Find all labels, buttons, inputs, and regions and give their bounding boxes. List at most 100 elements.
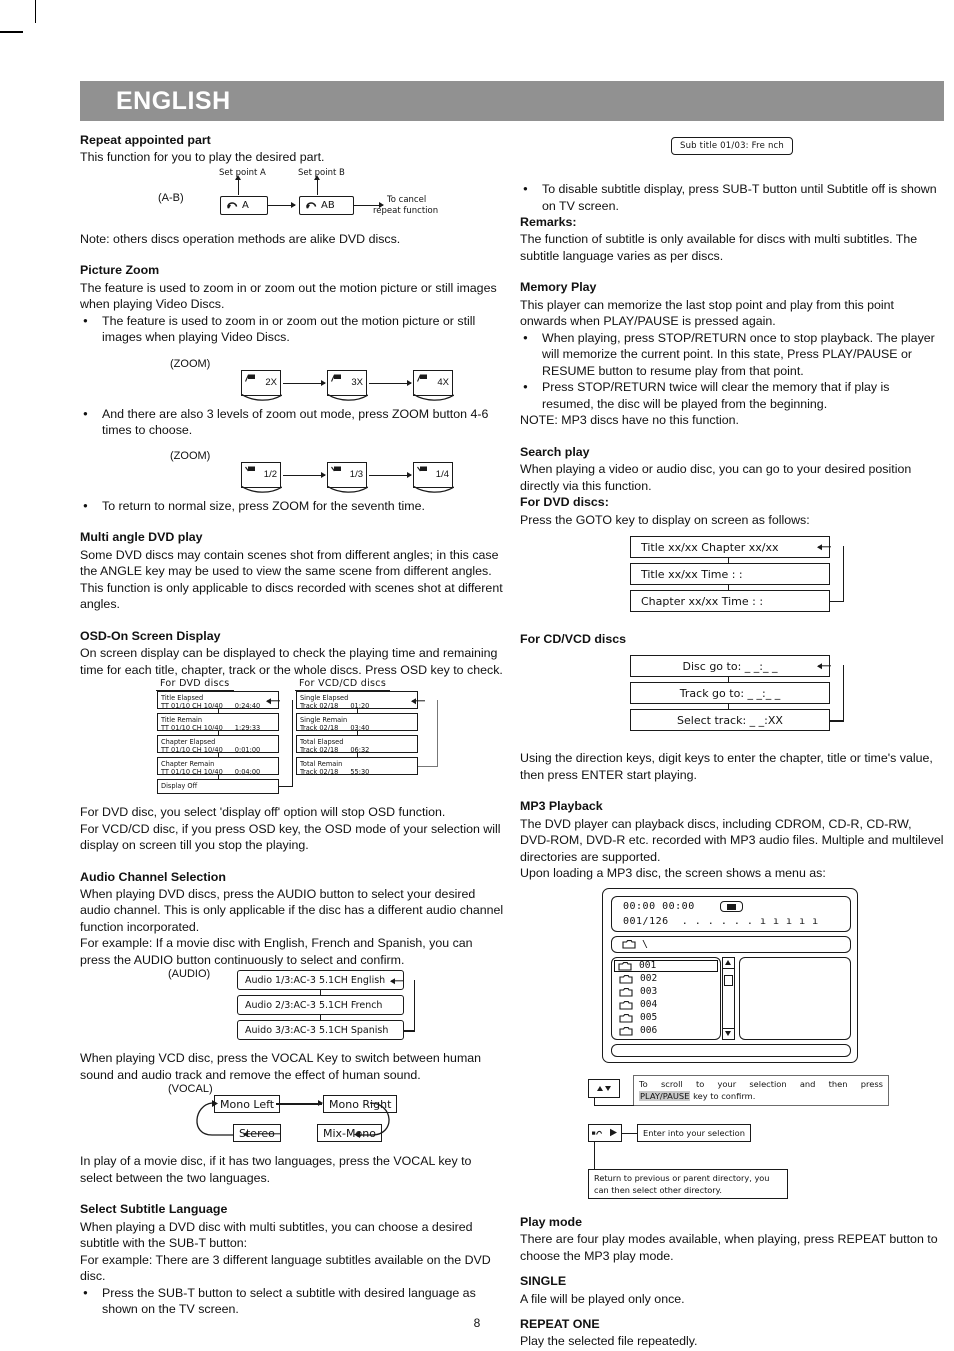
zoom-step-box: 1/4 (412, 461, 455, 493)
osd-row-title: Title Elapsed (161, 693, 204, 702)
text-osd-after-1: For DVD disc, you select 'display off' o… (80, 805, 446, 819)
heading-picture-zoom: Picture Zoom (80, 263, 160, 278)
zoom-step-box: 1/3 (326, 461, 369, 493)
osd-connector (218, 731, 219, 735)
heading-audio-channel: Audio Channel Selection (80, 869, 226, 884)
heading-for-cd-vcd-discs: For CD/VCD discs (520, 632, 627, 646)
osd-connector (218, 775, 219, 779)
osd-row-time: 0:04:00 (234, 768, 261, 777)
audio-option-label: Audio 2/3:AC-3 5.1CH French (245, 999, 383, 1011)
bullet-memory-2: Press STOP/RETURN twice will clear the m… (520, 379, 944, 412)
bullet-subtitle-1: Press the SUB-T button to select a subti… (80, 1285, 504, 1318)
heading-memory-play: Memory Play (520, 280, 597, 295)
mp3-list-item[interactable]: 004 (616, 999, 660, 1011)
text-osd-after-2: For VCD/CD disc, if you press OSD key, t… (80, 821, 501, 853)
mp3-key-legend: To scroll to your selection and then pre… (520, 1073, 944, 1205)
goto-dvd-loop-line (843, 546, 845, 602)
mp3-folder-list: 001 002 003 004 005 006 (611, 956, 721, 1040)
heading-mp3-playback: MP3 Playback (520, 799, 603, 814)
osd-dvd-row: Chapter Elapsed TT 01/10 CH 10/40 0:01:00 (157, 735, 279, 754)
zoom-step-label: 2X (265, 377, 277, 389)
diagram-osd: For DVD discs For VCD/CD discs Title Ela… (80, 678, 504, 796)
osd-dvd-row: Chapter Remain TT 01/10 CH 10/40 0:04:00 (157, 757, 279, 777)
zoom-step-box: 2X (240, 369, 283, 401)
mp3-folder-label: 004 (640, 999, 658, 1011)
bullet-zoom-1: The feature is used to zoom in or zoom o… (80, 313, 504, 346)
goto-dvd-row: Title xx/xx Time : : (630, 563, 830, 585)
diagram-ab-repeat: (A-B) Set point A Set point B A AB To ca… (80, 168, 504, 226)
folder-icon (619, 974, 633, 984)
mp3-status-bar (611, 1043, 851, 1057)
folder-icon (619, 987, 633, 997)
osd-row-detail: TT 01/10 CH 10/40 (161, 724, 223, 733)
language-title: ENGLISH (116, 86, 231, 115)
mp3-list-item[interactable]: 006 (616, 1025, 660, 1037)
legend-caption-return: Return to previous or parent directory, … (588, 1168, 788, 1200)
label-repeat-ab: AB (321, 199, 335, 211)
list-memory-play: When playing, press STOP/RETURN once to … (520, 330, 944, 413)
heading-single: SINGLE (520, 1274, 567, 1289)
goto-cd-row: Track go to: _ _:_ _ (630, 682, 830, 705)
osd-row-title: Total Elapsed (300, 737, 344, 746)
osd-loop-line (292, 700, 293, 787)
legend-connector (594, 1104, 634, 1107)
heading-search-play: Search play (520, 444, 590, 459)
zoom-step-box: 1/2 (240, 461, 283, 493)
text-mp3-2: Upon loading a MP3 disc, the screen show… (520, 866, 826, 881)
legend-connector (622, 1132, 638, 1135)
text-memory-note: NOTE: MP3 discs have no this function. (520, 413, 739, 428)
text-picture-zoom-intro: The feature is used to zoom in or zoom o… (80, 280, 497, 312)
mp3-scrollbar[interactable] (722, 956, 735, 1040)
osd-connector (357, 709, 358, 713)
bullet-memory-1: When playing, press STOP/RETURN once to … (520, 330, 944, 380)
up-down-arrows-icon (588, 1078, 620, 1098)
mp3-list-item[interactable]: 005 (616, 1012, 660, 1024)
audio-option-box: Audio 2/3:AC-3 5.1CH French (237, 995, 404, 1016)
folder-icon (619, 1000, 633, 1010)
text-vocal-intro: When playing VCD disc, press the VOCAL K… (80, 1051, 482, 1082)
box-repeat-a: A (220, 195, 268, 215)
legend-scroll-line1: To scroll to your selection and then pre… (639, 1078, 883, 1089)
osd-row-detail: Track 02/18 (300, 702, 339, 711)
label-repeat-a: A (242, 199, 249, 211)
bullet-subtitle-off: To disable subtitle display, press SUB-T… (520, 181, 944, 214)
text-goto-key: Press the GOTO key to display on screen … (520, 512, 810, 527)
osd-row-detail: Track 02/18 (300, 724, 339, 733)
goto-dvd-row: Chapter xx/xx Time : : (630, 590, 830, 612)
osd-row-detail: TT 01/10 CH 10/40 (161, 702, 223, 711)
right-column: Sub title 01/03: Fre nch To disable subt… (520, 132, 944, 1350)
scrollbar-thumb[interactable] (724, 974, 733, 986)
mp3-list-item[interactable]: 003 (616, 986, 660, 998)
mp3-folder-label: 001 (639, 960, 657, 972)
text-subtitle-2: For example: There are 3 different langu… (80, 1252, 491, 1284)
zoom-step-label: 1/3 (349, 469, 363, 481)
heading-osd: OSD-On Screen Display (80, 628, 221, 643)
goto-dvd-loop-line (830, 601, 844, 603)
mp3-level-meter: . . . . . . ı ı ı ı ı (681, 915, 819, 927)
osd-vcd-header: For VCD/CD discs (295, 678, 391, 691)
zoom-step-label: 1/4 (435, 469, 449, 481)
mp3-list-item-selected[interactable]: 001 (614, 959, 718, 972)
scroll-up-icon[interactable] (723, 958, 734, 969)
goto-cd-loop-line (843, 665, 845, 722)
osd-row-time: 01:20 (350, 702, 370, 711)
diagram-zoom-out: (ZOOM) 1/2 1/3 1/4 (80, 448, 504, 494)
page-curl-decoration (412, 485, 455, 494)
subtitle-osd-pill: Sub title 01/03: Fre nch (670, 137, 794, 155)
text-mp3-1: The DVD player can playback discs, inclu… (520, 816, 944, 864)
mp3-list-item[interactable]: 002 (616, 973, 660, 985)
osd-row-time: 1:29:33 (234, 724, 261, 733)
page-curl-decoration (240, 393, 283, 402)
heading-repeat-appointed-part: Repeat appointed part (80, 133, 211, 147)
scroll-down-icon[interactable] (723, 1027, 734, 1039)
mp3-folder-label: 002 (640, 973, 658, 985)
osd-row-detail: TT 01/10 CH 10/40 (161, 768, 223, 777)
diagram-audio-label: (AUDIO) (168, 968, 211, 981)
text-subtitle-1: When playing a DVD disc with multi subti… (80, 1219, 473, 1251)
diagram-goto-cd: Disc go to: _ _:_ _ Track go to: _ _:_ _… (520, 652, 944, 748)
osd-vcd-loop-line (418, 766, 438, 767)
mp3-path-panel: \ (611, 935, 851, 953)
zoom-flag-icon (331, 466, 342, 475)
osd-row-title: Single Remain (300, 715, 348, 724)
audio-option-label: Audio 1/3:AC-3 5.1CH English (245, 974, 386, 986)
